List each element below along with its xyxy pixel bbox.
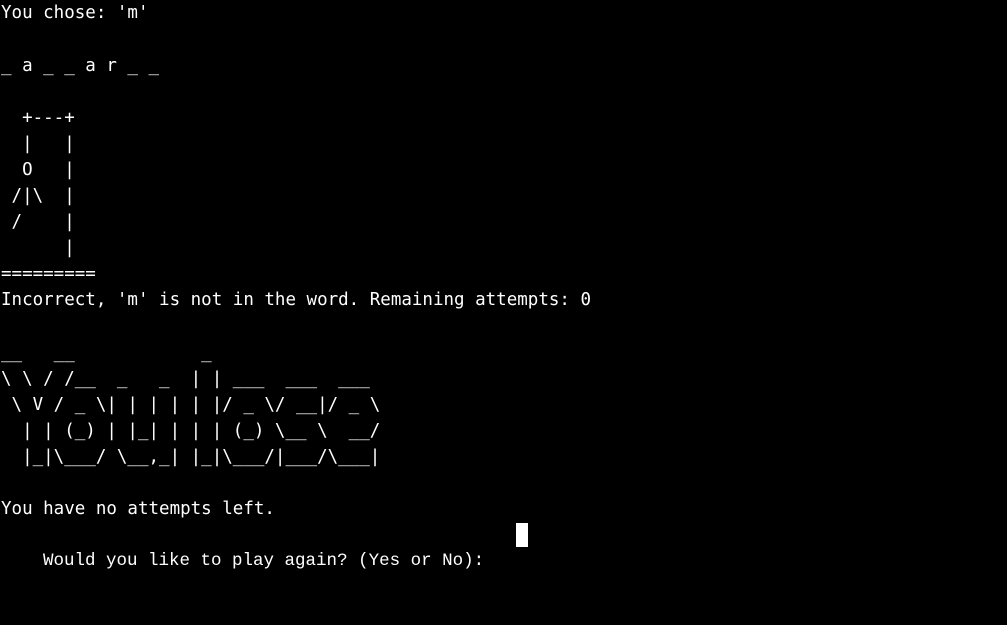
no-attempts-message: You have no attempts left.: [1, 499, 275, 519]
lose-banner-line-2: \ \ / /__ _ _ | | ___ ___ ___: [1, 369, 370, 389]
word-progress: _ a _ _ a r _ _: [1, 56, 160, 76]
lose-banner-line-5: |_|\___/ \__,_| |_|\___/|___/\___|: [1, 447, 381, 467]
chosen-letter-line: You chose: 'm': [1, 3, 149, 23]
lose-banner-line-4: | | (_) | |_| | | | (_) \__ \ __/: [1, 421, 381, 441]
gallows-base: =========: [1, 264, 96, 284]
lose-banner-line-1: __ __ _: [1, 343, 212, 363]
feedback-message: Incorrect, 'm' is not in the word. Remai…: [1, 290, 592, 310]
gallows-line-3: O |: [1, 160, 75, 180]
play-again-prompt: Would you like to play again? (Yes or No…: [43, 551, 495, 571]
play-again-prompt-row[interactable]: Would you like to play again? (Yes or No…: [1, 522, 495, 600]
gallows-line-5: / |: [1, 212, 75, 232]
lose-banner-line-3: \ V / _ \| | | | | |/ _ \/ __|/ _ \: [1, 395, 381, 415]
text-cursor[interactable]: [516, 523, 528, 547]
terminal-window[interactable]: You chose: 'm' _ a _ _ a r _ _ +---+ | |…: [0, 0, 1007, 625]
gallows-line-1: +---+: [1, 108, 75, 128]
gallows-line-2: | |: [1, 134, 75, 154]
gallows-line-4: /|\ |: [1, 186, 75, 206]
gallows-line-6: |: [1, 238, 75, 258]
